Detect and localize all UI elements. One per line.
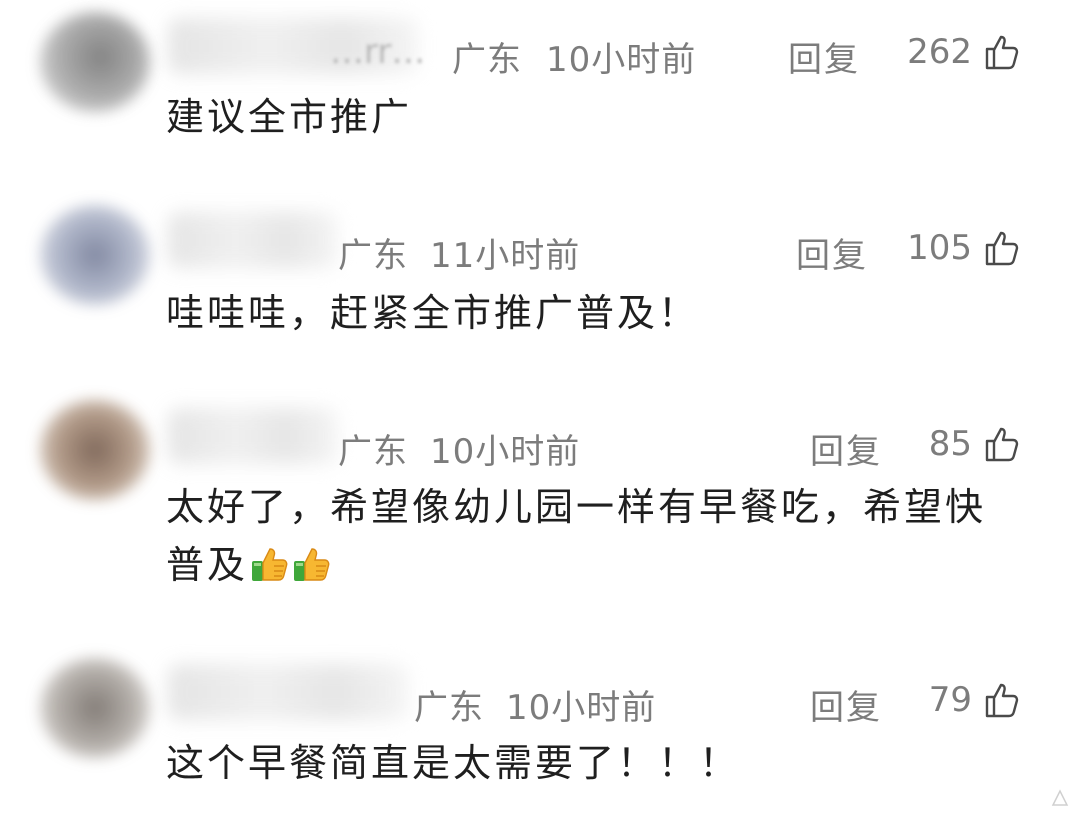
avatar[interactable] <box>40 658 150 758</box>
like-count: 262 <box>907 32 972 72</box>
comment-text: 这个早餐简直是太需要了！！！ <box>166 741 741 785</box>
username[interactable]: …rr… <box>330 32 425 72</box>
comment-text-line-1: 太好了，希望像幼儿园一样有早餐吃，希望快 <box>166 485 987 529</box>
comment-time: 11小时前 <box>430 236 581 276</box>
comment-region: 广东 <box>338 236 408 276</box>
comment-text: 哇哇哇，赶紧全市推广普及！ <box>166 291 700 335</box>
thumbs-up-emoji <box>294 548 330 581</box>
watermark-icon <box>1051 789 1069 806</box>
comment-region: 广东 <box>452 40 522 80</box>
thumbs-up-outline-icon[interactable] <box>982 424 1022 464</box>
comment-time: 10小时前 <box>506 688 657 728</box>
comment-time: 10小时前 <box>546 40 697 80</box>
comment-region: 广东 <box>338 432 408 472</box>
username-blurred <box>168 408 338 464</box>
like-count: 105 <box>907 228 972 268</box>
comment-text-line-2-label: 普及 <box>166 543 249 587</box>
comment-time: 10小时前 <box>430 432 581 472</box>
thumbs-up-outline-icon[interactable] <box>982 228 1022 268</box>
like-count: 79 <box>928 680 972 720</box>
username-blurred <box>168 664 408 720</box>
watermark-logo <box>1051 789 1072 807</box>
reply-button[interactable]: 回复 <box>788 32 860 81</box>
thumbs-up-outline-icon[interactable] <box>982 32 1022 72</box>
thumbs-up-outline-icon[interactable] <box>982 680 1022 720</box>
comment-region: 广东 <box>414 688 484 728</box>
avatar[interactable] <box>40 12 150 112</box>
avatar[interactable] <box>40 400 150 500</box>
avatar[interactable] <box>40 205 150 305</box>
comment-text-line-2: 普及 <box>166 540 332 590</box>
comment-text: 建议全市推广 <box>166 95 413 139</box>
like-count: 85 <box>928 424 972 464</box>
thumbs-up-emoji <box>252 548 288 581</box>
username-blurred <box>168 212 338 268</box>
reply-button[interactable]: 回复 <box>796 228 868 277</box>
